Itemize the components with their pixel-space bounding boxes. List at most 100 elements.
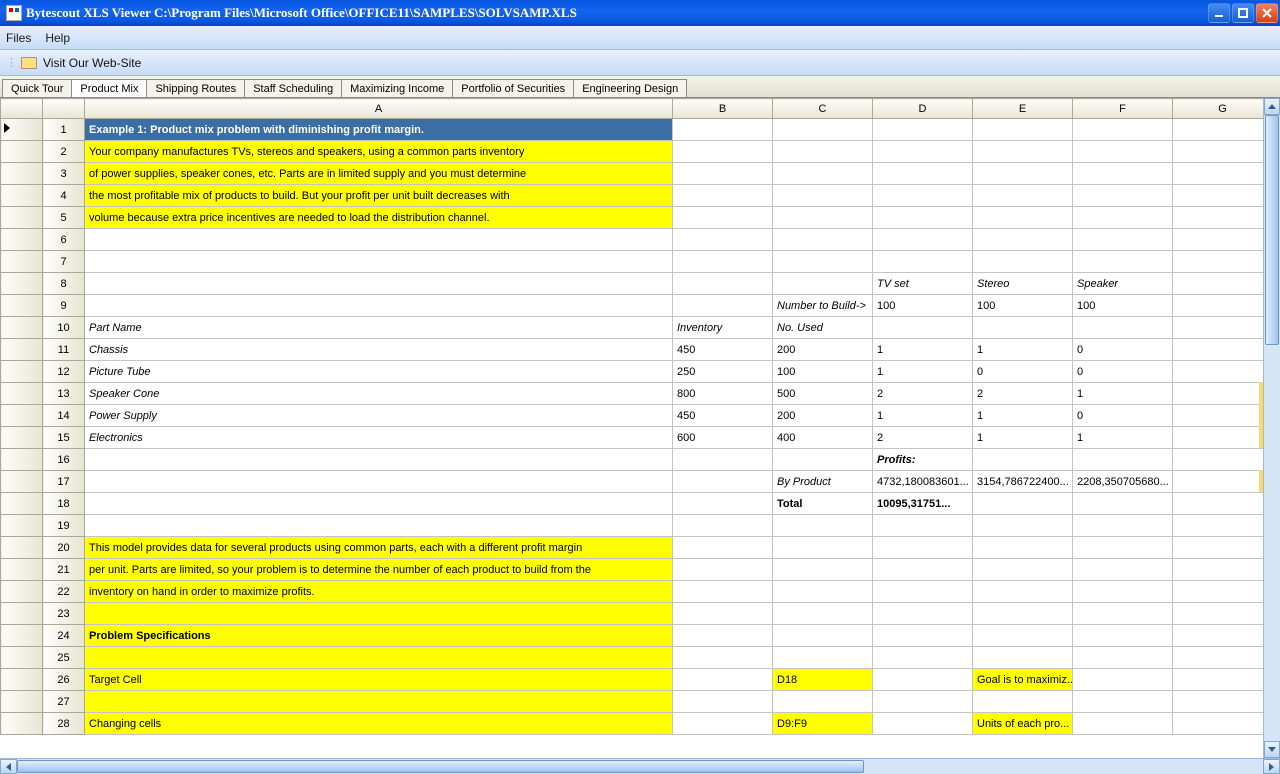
cell-F23[interactable] <box>1073 603 1173 625</box>
cell-B16[interactable] <box>673 449 773 471</box>
cell-B13[interactable]: 800 <box>673 383 773 405</box>
cell-C20[interactable] <box>773 537 873 559</box>
cell-E9[interactable]: 100 <box>973 295 1073 317</box>
cell-A8[interactable] <box>85 273 673 295</box>
cell-A1[interactable]: Example 1: Product mix problem with dimi… <box>85 119 673 141</box>
row-header[interactable]: 23 <box>43 603 85 625</box>
row-header[interactable]: 21 <box>43 559 85 581</box>
cell-C13[interactable]: 500 <box>773 383 873 405</box>
vertical-scrollbar[interactable] <box>1263 98 1280 758</box>
cell-E26[interactable]: Goal is to maximiz... <box>973 669 1073 691</box>
cell-C4[interactable] <box>773 185 873 207</box>
cell-D9[interactable]: 100 <box>873 295 973 317</box>
cell-G16[interactable] <box>1173 449 1264 471</box>
cell-D12[interactable]: 1 <box>873 361 973 383</box>
column-header-B[interactable]: B <box>673 99 773 119</box>
scroll-right-button[interactable] <box>1263 759 1280 774</box>
cell-D11[interactable]: 1 <box>873 339 973 361</box>
cell-C12[interactable]: 100 <box>773 361 873 383</box>
cell-F26[interactable] <box>1073 669 1173 691</box>
cell-E15[interactable]: 1 <box>973 427 1073 449</box>
cell-C8[interactable] <box>773 273 873 295</box>
cell-D10[interactable] <box>873 317 973 339</box>
visit-website-button[interactable]: Visit Our Web-Site <box>43 56 141 70</box>
sheet-tab-staff-scheduling[interactable]: Staff Scheduling <box>244 79 342 97</box>
cell-A2[interactable]: Your company manufactures TVs, stereos a… <box>85 141 673 163</box>
cell-C23[interactable] <box>773 603 873 625</box>
sheet-tab-portfolio-of-securities[interactable]: Portfolio of Securities <box>452 79 574 97</box>
cell-G7[interactable] <box>1173 251 1264 273</box>
cell-C10[interactable]: No. Used <box>773 317 873 339</box>
cell-B24[interactable] <box>673 625 773 647</box>
cell-C25[interactable] <box>773 647 873 669</box>
cell-F22[interactable] <box>1073 581 1173 603</box>
cell-D14[interactable]: 1 <box>873 405 973 427</box>
cell-F4[interactable] <box>1073 185 1173 207</box>
column-header-G[interactable]: G <box>1173 99 1264 119</box>
cell-G11[interactable] <box>1173 339 1264 361</box>
column-header-D[interactable]: D <box>873 99 973 119</box>
cell-E23[interactable] <box>973 603 1073 625</box>
scroll-left-button[interactable] <box>0 759 17 774</box>
cell-D22[interactable] <box>873 581 973 603</box>
minimize-button[interactable] <box>1208 3 1230 23</box>
cell-B21[interactable] <box>673 559 773 581</box>
row-header[interactable]: 11 <box>43 339 85 361</box>
cell-F10[interactable] <box>1073 317 1173 339</box>
cell-G22[interactable] <box>1173 581 1264 603</box>
cell-B19[interactable] <box>673 515 773 537</box>
cell-E18[interactable] <box>973 493 1073 515</box>
cell-F21[interactable] <box>1073 559 1173 581</box>
vertical-scroll-thumb[interactable] <box>1265 115 1279 345</box>
cell-G20[interactable] <box>1173 537 1264 559</box>
row-header[interactable]: 3 <box>43 163 85 185</box>
cell-F1[interactable] <box>1073 119 1173 141</box>
cell-E8[interactable]: Stereo <box>973 273 1073 295</box>
cell-D28[interactable] <box>873 713 973 735</box>
row-header[interactable]: 26 <box>43 669 85 691</box>
cell-B10[interactable]: Inventory <box>673 317 773 339</box>
cell-F19[interactable] <box>1073 515 1173 537</box>
cell-E14[interactable]: 1 <box>973 405 1073 427</box>
cell-B6[interactable] <box>673 229 773 251</box>
cell-D27[interactable] <box>873 691 973 713</box>
cell-C11[interactable]: 200 <box>773 339 873 361</box>
row-header[interactable]: 10 <box>43 317 85 339</box>
menu-files[interactable]: Files <box>6 31 31 45</box>
cell-G1[interactable] <box>1173 119 1264 141</box>
cell-C7[interactable] <box>773 251 873 273</box>
cell-E24[interactable] <box>973 625 1073 647</box>
horizontal-scrollbar[interactable] <box>0 758 1280 774</box>
cell-G25[interactable] <box>1173 647 1264 669</box>
cell-G13[interactable] <box>1173 383 1264 405</box>
cell-F20[interactable] <box>1073 537 1173 559</box>
cell-G17[interactable] <box>1173 471 1264 493</box>
cell-C18[interactable]: Total <box>773 493 873 515</box>
cell-G24[interactable] <box>1173 625 1264 647</box>
cell-D20[interactable] <box>873 537 973 559</box>
cell-C5[interactable] <box>773 207 873 229</box>
maximize-button[interactable] <box>1232 3 1254 23</box>
cell-B4[interactable] <box>673 185 773 207</box>
cell-B1[interactable] <box>673 119 773 141</box>
cell-C16[interactable] <box>773 449 873 471</box>
cell-E4[interactable] <box>973 185 1073 207</box>
cell-E28[interactable]: Units of each pro... <box>973 713 1073 735</box>
cell-A9[interactable] <box>85 295 673 317</box>
cell-E6[interactable] <box>973 229 1073 251</box>
cell-A27[interactable] <box>85 691 673 713</box>
row-header[interactable]: 9 <box>43 295 85 317</box>
cell-G9[interactable] <box>1173 295 1264 317</box>
column-header-F[interactable]: F <box>1073 99 1173 119</box>
row-header[interactable]: 12 <box>43 361 85 383</box>
cell-F18[interactable] <box>1073 493 1173 515</box>
cell-C1[interactable] <box>773 119 873 141</box>
row-header[interactable]: 16 <box>43 449 85 471</box>
cell-E5[interactable] <box>973 207 1073 229</box>
cell-G8[interactable] <box>1173 273 1264 295</box>
cell-B12[interactable]: 250 <box>673 361 773 383</box>
cell-A21[interactable]: per unit. Parts are limited, so your pro… <box>85 559 673 581</box>
cell-B17[interactable] <box>673 471 773 493</box>
horizontal-scroll-thumb[interactable] <box>17 760 864 773</box>
cell-F8[interactable]: Speaker <box>1073 273 1173 295</box>
